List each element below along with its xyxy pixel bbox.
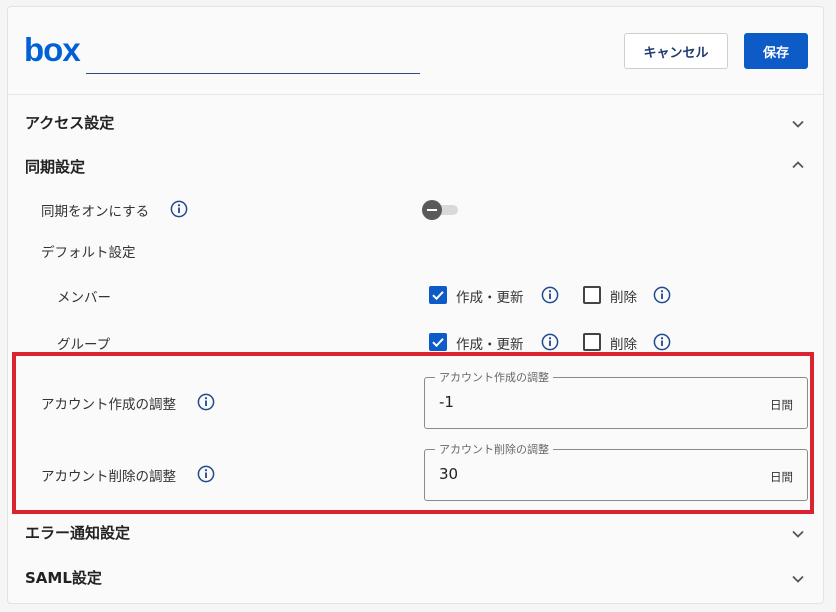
group-label: グループ	[57, 337, 111, 353]
group-delete-label: 削除	[610, 337, 637, 353]
group-create-update-checkbox[interactable]	[429, 333, 447, 351]
highlight-box	[12, 352, 814, 514]
member-create-update-checkbox[interactable]	[429, 286, 447, 304]
member-delete-checkbox[interactable]	[583, 286, 601, 304]
section-access-settings[interactable]: アクセス設定	[25, 112, 114, 133]
settings-panel: box キャンセル 保存 アクセス設定 同期設定 同期をオンにする デフォルト設…	[7, 6, 824, 604]
member-delete-label: 削除	[610, 290, 637, 306]
member-label: メンバー	[57, 290, 111, 306]
group-create-update-label: 作成・更新	[456, 337, 524, 353]
save-button[interactable]: 保存	[744, 33, 808, 69]
section-sync-settings[interactable]: 同期設定	[25, 156, 85, 177]
group-delete-checkbox[interactable]	[583, 333, 601, 351]
toggle-knob	[422, 200, 442, 220]
info-icon[interactable]	[541, 286, 559, 304]
chevron-down-icon[interactable]	[791, 527, 805, 541]
info-icon[interactable]	[653, 286, 671, 304]
section-saml-settings[interactable]: SAML設定	[25, 567, 102, 588]
chevron-down-icon[interactable]	[791, 117, 805, 131]
sync-toggle[interactable]	[422, 200, 460, 220]
name-input[interactable]	[86, 73, 420, 74]
chevron-up-icon[interactable]	[791, 158, 805, 172]
info-icon[interactable]	[541, 333, 559, 351]
sync-enable-label: 同期をオンにする	[41, 204, 150, 220]
section-error-notification[interactable]: エラー通知設定	[25, 522, 130, 543]
info-icon[interactable]	[653, 333, 671, 351]
member-create-update-label: 作成・更新	[456, 290, 524, 306]
header: box キャンセル 保存	[8, 7, 823, 95]
info-icon[interactable]	[170, 200, 188, 218]
chevron-down-icon[interactable]	[791, 572, 805, 586]
box-logo: box	[24, 31, 81, 68]
default-settings-label: デフォルト設定	[41, 245, 136, 261]
cancel-button[interactable]: キャンセル	[624, 33, 728, 69]
